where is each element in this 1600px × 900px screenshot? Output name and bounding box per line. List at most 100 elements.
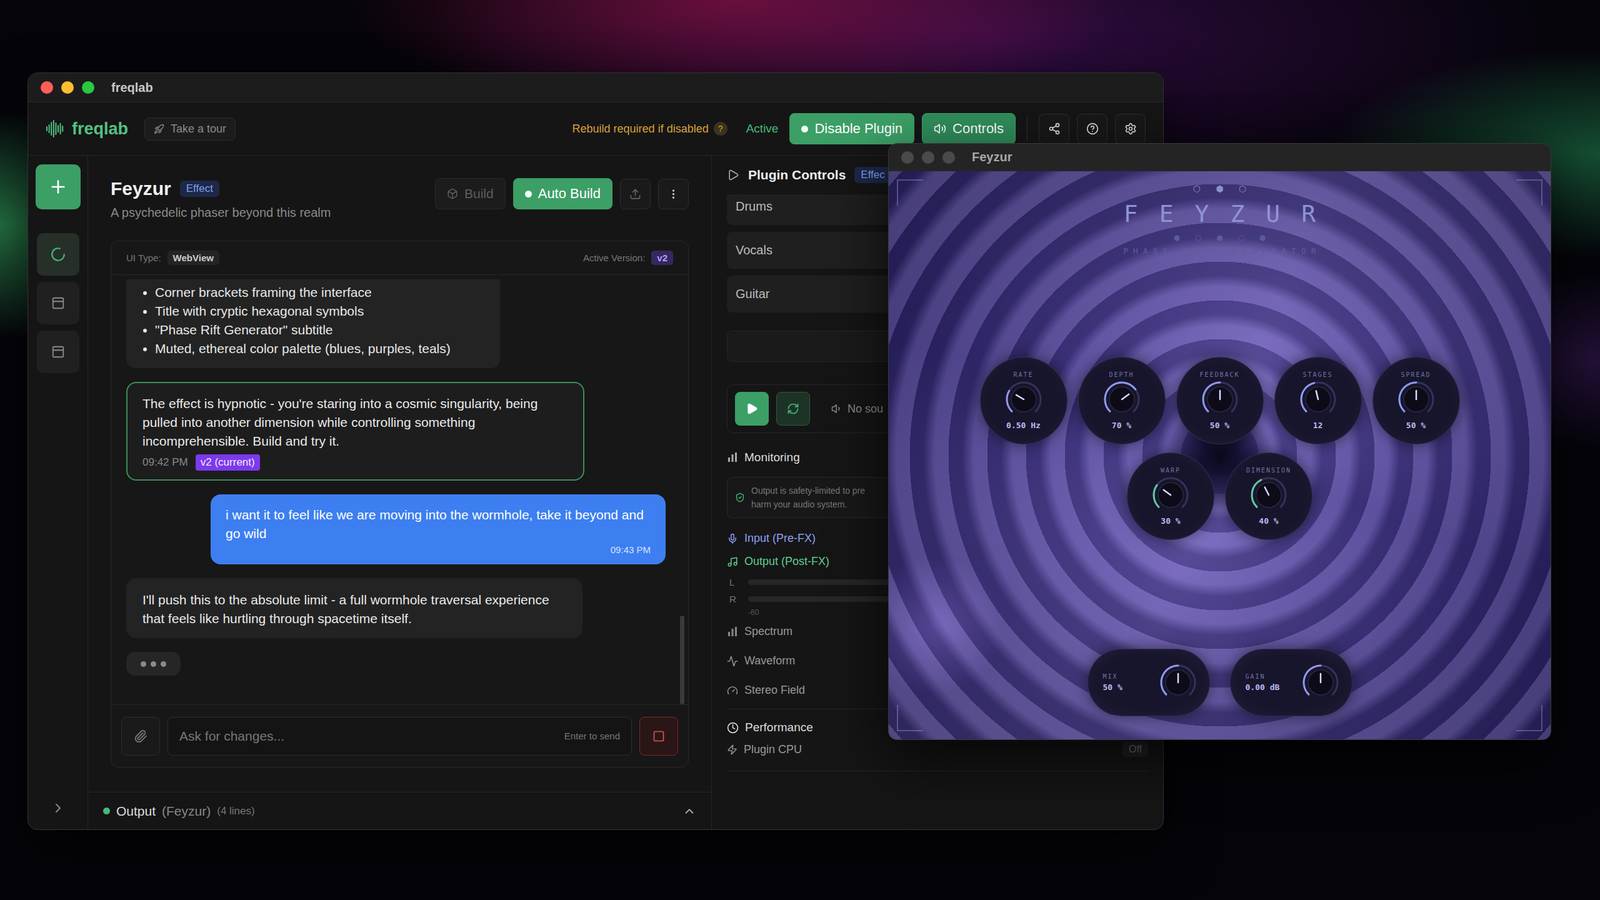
version-label: Active Version: bbox=[583, 252, 645, 264]
knob-dial[interactable] bbox=[1101, 379, 1142, 420]
minimize-button[interactable] bbox=[921, 151, 935, 164]
disable-plugin-button[interactable]: Disable Plugin bbox=[789, 113, 915, 145]
sidebar-item[interactable] bbox=[36, 281, 80, 325]
loop-button[interactable] bbox=[776, 391, 810, 426]
music-icon bbox=[726, 556, 739, 568]
knob[interactable]: RATE 0.50 Hz bbox=[980, 356, 1068, 445]
knob[interactable]: DIMENSION40 % bbox=[1225, 452, 1313, 540]
rebuild-help[interactable]: ? bbox=[713, 121, 728, 136]
input-hint: Enter to send bbox=[564, 730, 620, 742]
help-button[interactable] bbox=[1076, 113, 1108, 145]
title-bar: freqlab bbox=[28, 73, 1164, 103]
brand-name: freqlab bbox=[71, 119, 129, 139]
spinner-icon bbox=[50, 246, 67, 263]
assistant-message[interactable]: The effect is hypnotic - you're staring … bbox=[126, 381, 585, 481]
spectrum-icon bbox=[726, 626, 739, 638]
window-title: Feyzur bbox=[971, 150, 1012, 165]
message-time: 09:43 PM bbox=[610, 543, 651, 557]
settings-button[interactable] bbox=[1115, 113, 1146, 145]
play-outline-icon bbox=[726, 168, 740, 182]
knob-dial[interactable] bbox=[1200, 379, 1240, 420]
status-dot bbox=[525, 190, 532, 198]
close-button[interactable] bbox=[40, 81, 54, 94]
plugin-subtitle: PHASE RIFT GENERATOR bbox=[1118, 246, 1322, 256]
sidebar-item[interactable] bbox=[36, 233, 80, 276]
corner-bracket bbox=[896, 179, 924, 206]
plus-icon bbox=[48, 176, 69, 197]
knob[interactable]: WARP30 % bbox=[1126, 452, 1215, 540]
waveform-icon bbox=[726, 655, 739, 667]
knob-dial[interactable] bbox=[1298, 379, 1339, 420]
knob-value: 50 % bbox=[1103, 682, 1123, 692]
knob-label: RATE bbox=[1013, 371, 1034, 379]
output-target: (Feyzur) bbox=[161, 803, 211, 819]
knob[interactable]: SPREAD 50 % bbox=[1372, 356, 1460, 445]
knob-dial[interactable] bbox=[1300, 662, 1341, 703]
desktop: freqlab freqlab Take a tour Rebuild require… bbox=[0, 0, 1600, 900]
knob-dial[interactable] bbox=[1158, 662, 1199, 703]
meter-channel: L bbox=[729, 576, 741, 588]
play-icon bbox=[745, 402, 759, 415]
ui-type-chip: WebView bbox=[167, 250, 220, 265]
corner-bracket bbox=[1516, 705, 1543, 732]
knob-label: GAIN bbox=[1245, 673, 1280, 680]
auto-build-button[interactable]: Auto Build bbox=[513, 178, 613, 210]
knob-label: DIMENSION bbox=[1246, 466, 1292, 474]
stop-button[interactable] bbox=[639, 716, 679, 756]
rebuild-notice: Rebuild required if disabled bbox=[572, 122, 709, 136]
clock-icon bbox=[726, 721, 739, 734]
minimize-button[interactable] bbox=[61, 81, 74, 94]
corner-bracket bbox=[896, 705, 924, 732]
plugin-title-bar: Feyzur bbox=[888, 143, 1551, 172]
knob-row: RATE 0.50 Hz DEPTH70 %FEEDBACK50 %STAGES12… bbox=[980, 356, 1460, 445]
knob-dial[interactable] bbox=[1248, 475, 1289, 515]
message-bullet: Muted, ethereal color palette (blues, pu… bbox=[155, 339, 485, 359]
expand-sidebar-button[interactable] bbox=[50, 800, 66, 816]
message-bullet: "Phase Rift Generator" subtitle bbox=[155, 320, 485, 340]
chevron-up-icon bbox=[682, 804, 697, 819]
knob[interactable]: DEPTH70 % bbox=[1078, 356, 1166, 445]
knob-label: SPREAD bbox=[1400, 371, 1431, 379]
more-icon bbox=[667, 188, 680, 200]
hex-symbols: ⬢ ⬡ ⬢ ⬡ ⬢ bbox=[1167, 233, 1273, 243]
attach-button[interactable] bbox=[121, 716, 160, 756]
plugin-ui: ⬡ ⬢ ⬡FEYZUR⬢ ⬡ ⬢ ⬡ ⬢PHASE RIFT GENERATOR… bbox=[888, 171, 1551, 740]
knob-dial[interactable] bbox=[1003, 379, 1044, 420]
more-button[interactable] bbox=[658, 178, 689, 210]
plugin-name: FEYZUR bbox=[1102, 197, 1337, 230]
version-badge: v2 (current) bbox=[195, 454, 260, 471]
controls-button[interactable]: Controls bbox=[921, 113, 1016, 145]
knob-value: 12 bbox=[1313, 420, 1324, 430]
knob-dial[interactable] bbox=[1396, 379, 1437, 420]
user-message: i want it to feel like we are moving int… bbox=[210, 494, 666, 565]
project-description: A psychedelic phaser beyond this realm bbox=[110, 205, 331, 220]
knob-dial[interactable] bbox=[1150, 475, 1191, 515]
export-button[interactable] bbox=[620, 178, 651, 210]
knob[interactable]: FEEDBACK50 % bbox=[1176, 356, 1264, 445]
knob-value: 0.50 Hz bbox=[1006, 420, 1041, 430]
build-button: Build bbox=[435, 178, 506, 210]
message-time: 09:42 PM bbox=[142, 455, 189, 470]
share-button[interactable] bbox=[1038, 113, 1070, 145]
pill-knob[interactable]: MIX50 % bbox=[1087, 648, 1210, 717]
chat-input[interactable]: Ask for changes...Enter to send bbox=[167, 716, 632, 756]
knob[interactable]: STAGES12 bbox=[1274, 356, 1362, 445]
sidebar-item[interactable] bbox=[36, 330, 80, 374]
plugin-window: Feyzur⬡ ⬢ ⬡FEYZUR⬢ ⬡ ⬢ ⬡ ⬢PHASE RIFT GEN… bbox=[888, 143, 1552, 740]
panel-title: Plugin Controls bbox=[748, 167, 846, 183]
chat-header: UI Type:WebViewActive Version:v2 bbox=[111, 241, 689, 275]
new-project-button[interactable] bbox=[35, 164, 81, 210]
play-button[interactable] bbox=[735, 391, 769, 426]
scrollbar-thumb[interactable] bbox=[680, 615, 685, 705]
assistant-message[interactable]: I'll push this to the absolute limit - a… bbox=[126, 578, 583, 639]
output-status-dot bbox=[103, 807, 110, 815]
output-bar[interactable]: Output(Feyzur)(4 lines) bbox=[88, 791, 712, 830]
meter-channel: R bbox=[729, 593, 741, 605]
zoom-button[interactable] bbox=[942, 151, 955, 164]
knob-value: 50 % bbox=[1406, 420, 1426, 430]
close-button[interactable] bbox=[901, 151, 914, 164]
pill-knob[interactable]: GAIN0.00 dB bbox=[1230, 648, 1353, 717]
speaker-icon bbox=[831, 403, 843, 415]
zoom-button[interactable] bbox=[81, 81, 95, 94]
tour-button[interactable]: Take a tour bbox=[144, 117, 236, 141]
